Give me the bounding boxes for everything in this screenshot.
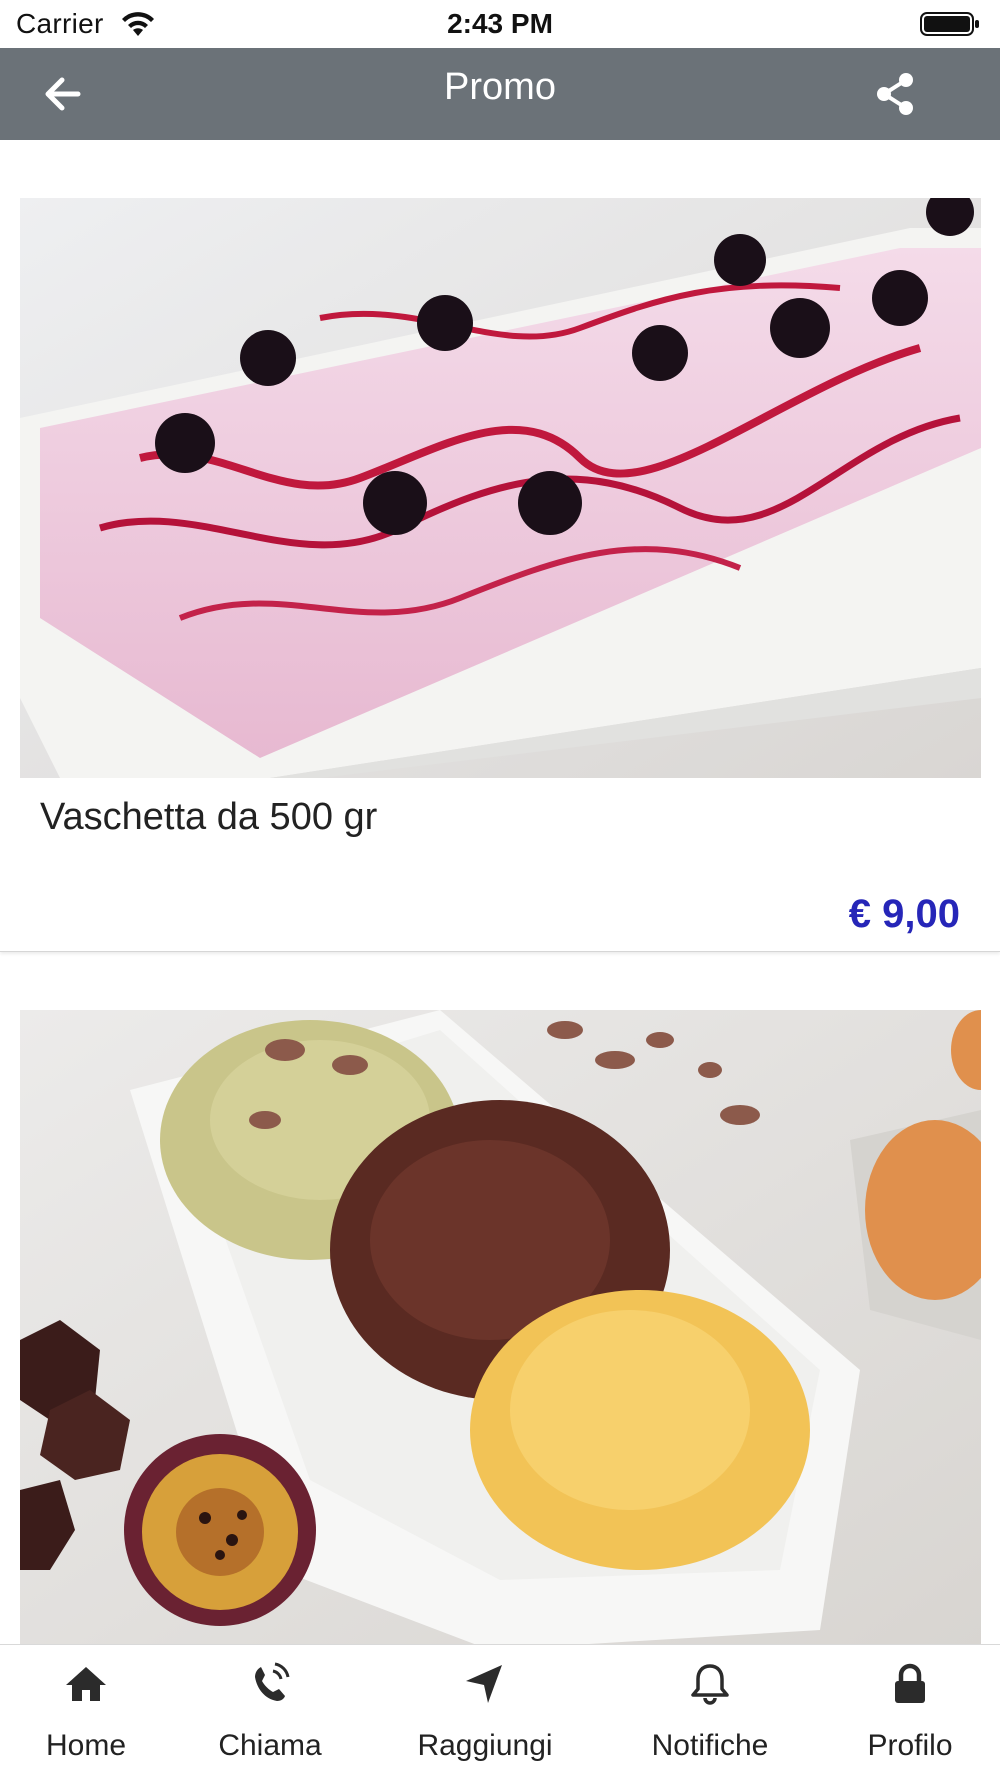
- tab-raggiungi-label: Raggiungi: [417, 1729, 553, 1762]
- promo-list[interactable]: Vaschetta da 500 gr € 9,00: [0, 140, 1000, 1644]
- promo-card[interactable]: Vaschetta da 500 gr € 9,00: [0, 140, 1000, 952]
- promo-card[interactable]: [0, 1010, 1000, 1644]
- tab-notifiche[interactable]: Notifiche: [630, 1645, 790, 1779]
- tab-profilo[interactable]: Profilo: [840, 1645, 980, 1779]
- promo-image: [20, 1010, 981, 1644]
- home-icon: [66, 1667, 106, 1701]
- ice-cream-tub-berries-photo: [20, 198, 981, 778]
- lock-icon: [895, 1663, 925, 1703]
- tab-notifiche-label: Notifiche: [651, 1729, 769, 1762]
- ice-cream-tub-pistachio-chocolate-mango-photo: [20, 1010, 981, 1644]
- nav-header: Promo: [0, 48, 1000, 140]
- tab-raggiungi[interactable]: Raggiungi: [400, 1645, 570, 1779]
- tab-chiama[interactable]: Chiama: [200, 1645, 340, 1779]
- page-title: Promo: [444, 66, 556, 108]
- status-time: 2:43 PM: [447, 8, 553, 39]
- tab-home[interactable]: Home: [16, 1645, 156, 1779]
- tab-home-label: Home: [45, 1729, 127, 1762]
- tab-bar: Home Chiama Raggiungi Notifiche Profilo: [0, 1644, 1000, 1778]
- promo-title: Vaschetta da 500 gr: [40, 796, 378, 838]
- location-arrow-icon: [466, 1665, 502, 1703]
- tab-chiama-label: Chiama: [218, 1729, 322, 1762]
- battery-icon: [920, 12, 979, 36]
- status-bar: Carrier 2:43 PM: [0, 0, 1000, 48]
- phone-icon: [255, 1662, 290, 1701]
- tab-profilo-label: Profilo: [867, 1729, 953, 1762]
- promo-price: € 9,00: [848, 892, 960, 936]
- promo-image: [20, 198, 981, 778]
- bell-icon: [691, 1664, 729, 1705]
- share-icon[interactable]: [872, 70, 918, 118]
